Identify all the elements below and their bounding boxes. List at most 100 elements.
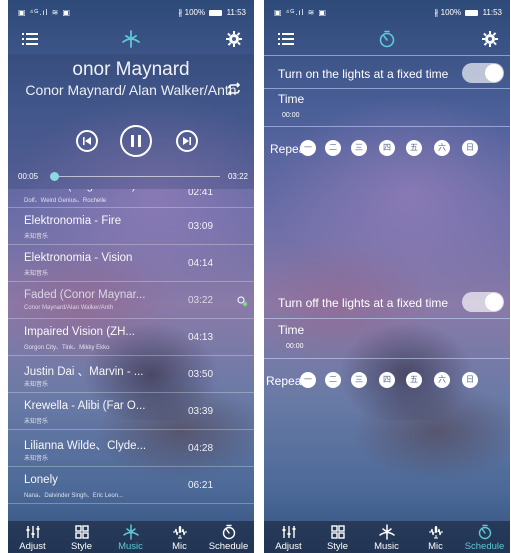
lights-off-toggle[interactable] (462, 292, 504, 312)
bluetooth-icon: ∦ (434, 8, 439, 17)
music-screen: ▣ ⁴ᴳ.ıl ≋ ▣ ∦ 100% 11:53 onor Maynard Co… (8, 0, 254, 553)
gear-icon[interactable] (226, 31, 242, 47)
day-toggle-on-5[interactable]: 五 (406, 140, 422, 156)
top-bar (8, 24, 254, 54)
lights-off-time-row[interactable]: Time 00:00 (264, 323, 510, 357)
song-artist: 未知音乐 (24, 456, 49, 462)
divider (264, 318, 510, 319)
lights-off-label: Turn off the lights at a fixed time (278, 296, 449, 310)
day-toggle-off-7[interactable]: 日 (462, 372, 478, 388)
day-toggle-off-4[interactable]: 四 (379, 372, 395, 388)
previous-button[interactable] (76, 130, 98, 152)
nav-label: Mic (172, 541, 187, 552)
now-playing-title: onor Maynard (72, 59, 190, 80)
bluetooth-icon: ∦ (178, 8, 183, 17)
pause-button[interactable] (120, 125, 152, 157)
day-toggle-on-3[interactable]: 三 (351, 140, 367, 156)
lights-on-label: Turn on the lights at a fixed time (278, 67, 449, 81)
song-name: Faded (Conor Maynar... (24, 289, 146, 301)
song-duration: 04:13 (188, 332, 214, 343)
day-toggle-on-7[interactable]: 日 (462, 140, 478, 156)
toggle-knob (485, 64, 503, 82)
day-toggle-on-1[interactable]: 一 (300, 140, 316, 156)
lights-on-time-value: 00:00 (282, 112, 300, 119)
song-name: Dreams (Original Mix) (24, 189, 136, 192)
song-list-item[interactable]: Elektronomia - Vision 未知音乐 04:14 (8, 245, 254, 282)
day-toggle-off-1[interactable]: 一 (300, 372, 316, 388)
song-duration: 03:09 (188, 221, 214, 232)
song-duration: 02:41 (188, 189, 214, 198)
nav-style[interactable]: Style (313, 521, 362, 553)
previous-icon (83, 137, 91, 145)
song-list-item[interactable]: Justin Dai 、Marvin - ... 未知音乐 03:50 (8, 356, 254, 393)
song-list-item[interactable]: Lilianna Wilde、Clyde... 未知音乐 04:28 (8, 430, 254, 467)
song-list-item[interactable]: Impaired Vision (ZH... Gorgon City、Tink、M… (8, 319, 254, 356)
status-bar: ▣ ⁴ᴳ.ıl ≋ ▣ ∦ 100% 11:53 (264, 0, 510, 24)
menu-list-icon[interactable] (22, 32, 38, 46)
music-icon (122, 524, 139, 540)
song-list-item[interactable]: Faded (Conor Maynar... Conor Maynard/Alan… (8, 282, 254, 319)
pause-icon (131, 135, 141, 147)
divider (264, 55, 510, 56)
status-signal: ▣ ⁴ᴳ.ıl ≋ ▣ (18, 8, 72, 17)
bottom-nav: Adjust Style Music Mic Schedule (264, 521, 510, 553)
song-list-item[interactable]: Dreams (Original Mix) Dolf、Weird Genius、R… (8, 189, 254, 208)
nav-adjust[interactable]: Adjust (8, 521, 57, 553)
nav-label: Style (326, 541, 349, 552)
nav-adjust[interactable]: Adjust (264, 521, 313, 553)
nav-mic[interactable]: Mic (155, 521, 204, 553)
music-icon (122, 30, 140, 48)
song-name: Elektronomia - Vision (24, 252, 133, 264)
grid-icon (74, 525, 89, 539)
battery-percent: 100% (184, 8, 206, 17)
day-toggle-on-2[interactable]: 二 (325, 140, 341, 156)
timer-icon (379, 30, 395, 48)
mic-icon (428, 526, 443, 539)
day-toggle-on-4[interactable]: 四 (379, 140, 395, 156)
repeat-icon[interactable] (226, 82, 242, 96)
nav-schedule[interactable]: Schedule (460, 521, 509, 553)
nav-music[interactable]: Music (106, 521, 155, 553)
song-list-item[interactable]: Krewella - Alibi (Far O... 未知音乐 03:39 (8, 393, 254, 430)
nav-label: Style (70, 541, 93, 552)
song-name: Impaired Vision (ZH... (24, 326, 135, 338)
song-list-item[interactable]: Lonely Nana、Dalvinder Singh、Eric Leon... 0… (8, 467, 254, 504)
song-artist: Gorgon City、Tink、Mikky Ekko (24, 345, 110, 351)
nav-schedule[interactable]: Schedule (204, 521, 253, 553)
lights-on-time-label: Time (278, 92, 305, 106)
bottom-nav: Adjust Style Music Mic Schedule (8, 521, 254, 553)
now-playing-artist: Conor Maynard/ Alan Walker/Anth (25, 82, 237, 98)
song-artist: Conor Maynard/Alan Walker/Anth (24, 305, 114, 311)
divider (264, 358, 510, 359)
status-right: ∦ 100% 11:53 (434, 8, 502, 17)
gear-icon[interactable] (482, 31, 498, 47)
day-toggle-off-6[interactable]: 六 (434, 372, 450, 388)
lights-on-toggle[interactable] (462, 63, 504, 83)
song-artist: Dolf、Weird Genius、Rochelle (24, 198, 107, 204)
battery-icon (209, 9, 223, 16)
day-toggle-off-5[interactable]: 五 (406, 372, 422, 388)
menu-list-icon[interactable] (278, 32, 294, 46)
battery-icon (465, 9, 479, 16)
nav-music[interactable]: Music (362, 521, 411, 553)
day-toggle-off-2[interactable]: 二 (325, 372, 341, 388)
progress-track[interactable] (54, 176, 220, 177)
nav-label: Adjust (19, 541, 46, 552)
progress-knob[interactable] (50, 172, 59, 181)
song-artist: 未知音乐 (24, 271, 49, 277)
clock: 11:53 (226, 8, 246, 17)
nav-mic[interactable]: Mic (411, 521, 460, 553)
nav-style[interactable]: Style (57, 521, 106, 553)
day-toggle-off-3[interactable]: 三 (351, 372, 367, 388)
song-list-item[interactable]: Elektronomia - Fire 未知音乐 03:09 (8, 208, 254, 245)
status-bar: ▣ ⁴ᴳ.ıl ≋ ▣ ∦ 100% 11:53 (8, 0, 254, 24)
song-artist: 未知音乐 (24, 382, 49, 388)
equalizer-icon (26, 526, 39, 538)
lights-on-time-row[interactable]: Time 00:00 (264, 92, 510, 128)
next-button[interactable] (176, 130, 198, 152)
day-toggle-on-6[interactable]: 六 (434, 140, 450, 156)
status-signal: ▣ ⁴ᴳ.ıl ≋ ▣ (274, 8, 328, 17)
song-duration: 03:22 (188, 295, 214, 306)
song-duration: 03:50 (188, 369, 214, 380)
song-name: Justin Dai 、Marvin - ... (24, 366, 144, 378)
